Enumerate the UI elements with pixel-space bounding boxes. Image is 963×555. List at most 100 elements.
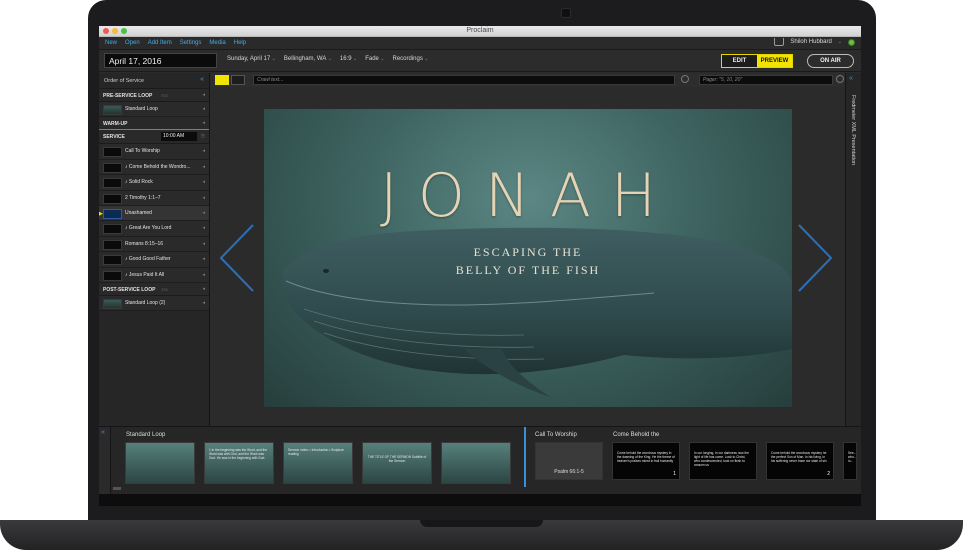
service-time-field[interactable]: 10:00 AM [161,132,197,142]
item-label: Standard Loop (2) [125,299,166,306]
group-label: Call To Worship [535,432,577,438]
chevron-down-icon[interactable]: ⌄ [838,39,842,45]
section-post-service-loop[interactable]: POST-SERVICE LOOP 45s ◂ [99,282,209,296]
group-label: Standard Loop [126,432,166,438]
collapse-left-icon[interactable]: « [200,76,204,83]
user-menu[interactable]: Shiloh Hubbard [790,39,831,45]
on-air-button[interactable]: ON AIR [807,54,854,68]
crawl-text-input[interactable]: Crawl text... [253,75,675,85]
single-view-icon[interactable] [215,75,229,85]
cart-icon[interactable] [774,38,785,46]
chevron-left-icon[interactable]: ◂ [202,106,205,112]
service-date-field[interactable]: April 17, 2016 [104,53,217,68]
thumb-text: See... who... lo... [848,451,857,463]
menu-open[interactable]: Open [125,40,140,46]
recordings-select[interactable]: Recordings [392,56,428,62]
list-item[interactable]: Call To Worship ◂ [99,144,209,160]
chevron-left-icon[interactable]: ◂ [202,92,205,98]
slide-thumbnail[interactable]: In our longing, in our darkness now the … [689,442,757,480]
thumb-text: Sermon notes: • Introduction • Scripture… [288,448,344,456]
thumb-number: 1 [673,471,676,477]
list-item[interactable]: ♪ Good Good Father ◂ [99,252,209,268]
chevron-left-icon[interactable]: ◂ [202,120,205,126]
list-item[interactable]: ♪ Solid Rock ◂ [99,175,209,191]
menu-new[interactable]: New [105,40,117,46]
item-label: Standard Loop [125,106,158,112]
service-date-select[interactable]: Sunday, April 17 [227,56,276,62]
thumb-caption: Psalm 66:1-5 [554,469,584,475]
resize-grip-icon[interactable] [113,487,121,490]
aspect-ratio-select[interactable]: 16:9 [340,56,357,62]
window-title: Proclaim [466,27,494,34]
location-select[interactable]: Bellingham, WA [284,56,332,62]
menu-add-item[interactable]: Add Item [148,40,172,46]
user-area: Shiloh Hubbard ⌄ [774,38,855,46]
loop-thumbnails: 1 In the beginning was the Word, and the… [125,442,511,484]
slide-thumbnail[interactable]: 1 In the beginning was the Word, and the… [204,442,274,484]
thumb-text: In our longing, in our darkness now the … [694,451,749,467]
chevron-left-icon[interactable]: ◂ [202,210,205,216]
list-item-current[interactable]: ▶ Unashamed ◂ [99,205,209,222]
clock-icon[interactable]: ◷ [201,133,205,139]
presentation-label[interactable]: Fredmeier XML Presentation [850,95,856,165]
collapse-right-icon[interactable]: « [849,75,853,82]
section-service[interactable]: SERVICE 10:00 AM ◷ [99,130,209,145]
next-slide-icon[interactable] [797,223,833,293]
section-pre-service-loop[interactable]: PRE-SERVICE LOOP 45s ◂ [99,89,209,102]
collapse-up-icon[interactable]: « [101,429,105,436]
section-label: WARM-UP [103,121,128,128]
slide-thumbnail[interactable]: THE TITLE OF THE SERMON Subtitle of the … [362,442,432,484]
item-label: ♪ Come Behold the Wondro... [125,163,191,170]
item-thumbnail [103,255,122,266]
item-thumbnail [103,147,122,158]
preview-mode-button[interactable]: PREVIEW [757,55,792,67]
pager-input[interactable]: Pager: "5, 10, 20" [699,75,833,85]
item-label: ♪ Good Good Father [125,256,171,263]
thumb-text: Come behold the wondrous mystery he the … [771,451,827,463]
transition-select[interactable]: Fade [365,56,384,62]
chevron-left-icon[interactable]: ◂ [202,148,205,154]
slide-thumbnail[interactable]: Come behold the wondrous mystery he the … [766,442,834,480]
section-warm-up[interactable]: WARM-UP ◂ [99,117,209,131]
clear-pager-icon[interactable] [836,75,844,83]
service-thumbnails: Psalm 66:1-5 Come behold the wondrous my… [535,442,857,480]
clear-crawl-icon[interactable] [681,75,689,83]
app-window: Proclaim New Open Add Item Settings Medi… [99,26,861,506]
edit-mode-button[interactable]: EDIT [722,55,757,67]
slide-filmstrip: « Standard Loop 1 In the beginning was t… [99,426,861,495]
chevron-left-icon[interactable]: ◂ [202,195,205,201]
list-item[interactable]: ♪ Come Behold the Wondro... ◂ [99,159,209,176]
list-item[interactable]: ♪ Great Are You Lord ◂ [99,221,209,237]
grid-view-icon[interactable] [231,75,245,85]
chevron-left-icon[interactable]: ◂ [202,272,205,278]
list-item[interactable]: ♪ Jesus Paid It All ◂ [99,267,209,283]
menu-media[interactable]: Media [209,40,225,46]
slide-thumbnail[interactable]: Come behold the wondrous mystery in the … [612,442,680,480]
item-thumbnail [103,105,122,115]
chevron-left-icon[interactable]: ◂ [202,225,205,231]
slide-thumbnail[interactable]: Sermon notes: • Introduction • Scripture… [283,442,353,484]
previous-slide-icon[interactable] [219,223,255,293]
chevron-left-icon[interactable]: ◂ [202,286,205,292]
menu-help[interactable]: Help [234,40,246,46]
chevron-left-icon[interactable]: ◂ [202,300,205,306]
chevron-left-icon[interactable]: ◂ [202,241,205,247]
toolbar: April 17, 2016 Sunday, April 17 Bellingh… [99,50,861,72]
slide-thumbnail[interactable] [441,442,511,484]
slide-subtitle-line2: BELLY OF THE FISH [455,263,601,277]
list-item[interactable]: Standard Loop (2) ◂ [99,295,209,312]
list-item[interactable]: 2 Timothy 1:1–7 ◂ [99,190,209,206]
list-item[interactable]: Standard Loop ◂ [99,102,209,118]
item-thumbnail [103,162,122,173]
item-label: Call To Worship [125,148,160,155]
right-panel: « Fredmeier XML Presentation [845,73,861,426]
menu-settings[interactable]: Settings [180,40,202,46]
item-thumbnail [103,178,122,189]
list-item[interactable]: Romans 8:15–16 ◂ [99,236,209,253]
slide-thumbnail[interactable]: See... who... lo... [843,442,857,480]
chevron-left-icon[interactable]: ◂ [202,179,205,185]
slide-thumbnail[interactable] [125,442,195,484]
chevron-left-icon[interactable]: ◂ [202,164,205,170]
chevron-left-icon[interactable]: ◂ [202,256,205,262]
slide-thumbnail[interactable]: Psalm 66:1-5 [535,442,603,480]
